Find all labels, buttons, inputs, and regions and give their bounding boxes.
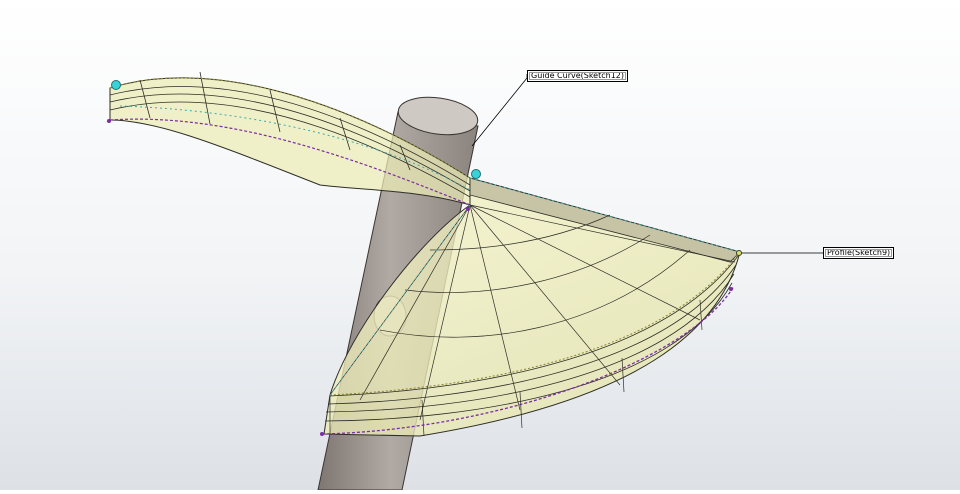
profile-endpoint-upper: [107, 119, 111, 123]
guide-curve-start-handle[interactable]: [111, 80, 121, 90]
model-view[interactable]: [0, 0, 960, 491]
profile-callout-label: Profile(Sketch9): [827, 248, 891, 257]
profile-handle[interactable]: [736, 250, 742, 256]
graphics-viewport[interactable]: Guide Curve(Sketch12) Profile(Sketch9): [0, 0, 960, 491]
profile-endpoint-mid: [466, 207, 470, 211]
guide-curve-end-handle[interactable]: [471, 169, 481, 179]
guide-curve-callout[interactable]: Guide Curve(Sketch12): [527, 70, 629, 82]
profile-endpoint-lower: [320, 432, 324, 436]
profile-endpoint-right: [729, 287, 733, 291]
guide-curve-callout-label: Guide Curve(Sketch12): [531, 71, 625, 80]
profile-callout[interactable]: Profile(Sketch9): [823, 247, 895, 259]
